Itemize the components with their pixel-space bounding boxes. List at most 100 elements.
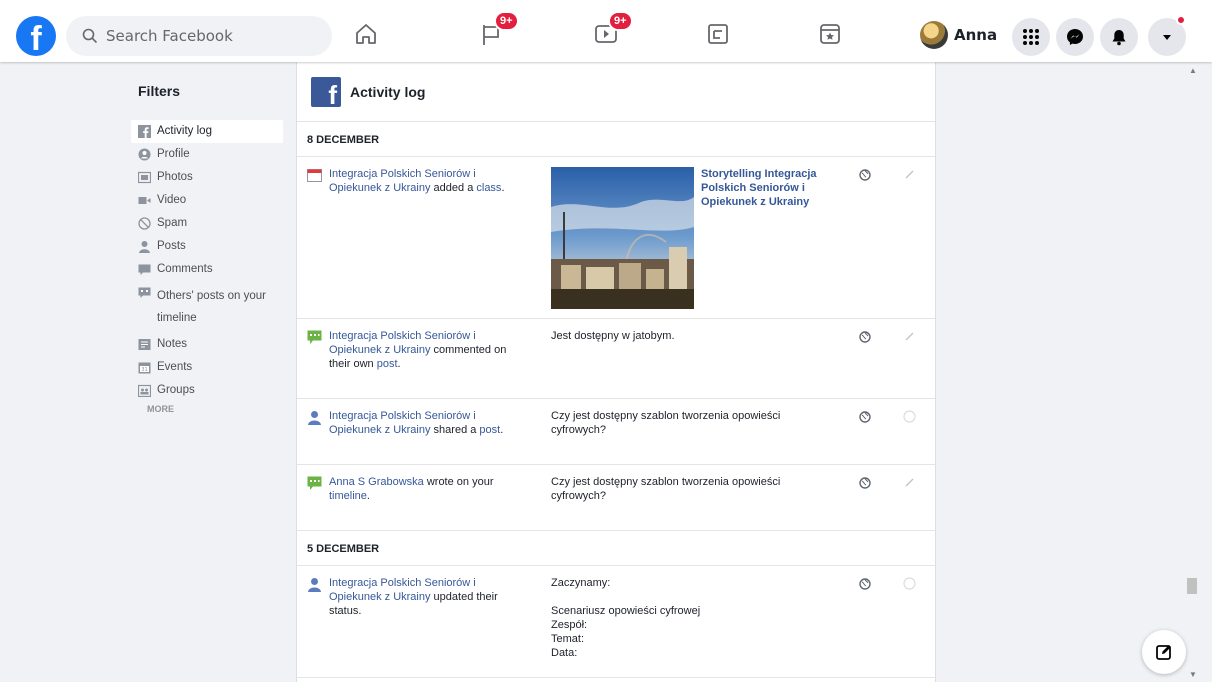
calendar-icon <box>307 169 322 182</box>
account-button[interactable] <box>1148 15 1186 56</box>
comment-icon <box>307 476 322 490</box>
gaming-icon <box>820 24 840 44</box>
filter-events[interactable]: 31 Events <box>131 356 283 379</box>
watch-badge: 9+ <box>608 11 633 31</box>
bell-icon <box>1112 30 1126 46</box>
filter-spam[interactable]: Spam <box>131 212 283 235</box>
entry-tail: . <box>397 358 401 370</box>
pencil-icon[interactable] <box>903 476 916 489</box>
filter-video[interactable]: Video <box>131 189 283 212</box>
entry-tail: . <box>366 490 370 502</box>
nav-home[interactable] <box>352 20 380 48</box>
filter-label: Groups <box>157 384 195 396</box>
entry-tail: . <box>501 182 505 194</box>
globe-icon[interactable] <box>859 477 871 489</box>
facebook-square-icon: f <box>311 77 341 107</box>
profile-name: Anna <box>954 26 998 44</box>
top-navigation-bar: f Search Facebook 9+ 9+ Anna <box>0 0 1212 62</box>
pencil-icon[interactable] <box>903 330 916 343</box>
filter-label: Activity log <box>157 125 212 137</box>
pencil-icon[interactable] <box>903 168 916 181</box>
comment-icon <box>307 330 322 344</box>
person-icon <box>308 411 321 425</box>
filter-list: Activity log Profile Photos Video Spam P… <box>131 120 283 414</box>
globe-icon[interactable] <box>859 578 871 590</box>
search-box[interactable]: Search Facebook <box>66 16 332 56</box>
entry-description: Integracja Polskich Seniorów i Opiekunek… <box>329 329 519 371</box>
filter-groups[interactable]: Groups <box>131 379 283 402</box>
filter-label: Others' posts on your timeline <box>157 290 266 324</box>
profile-chip[interactable]: Anna <box>920 18 997 52</box>
globe-icon[interactable] <box>859 331 871 343</box>
entry-description: Integracja Polskich Seniorów i Opiekunek… <box>329 167 519 195</box>
new-message-button[interactable] <box>1142 630 1186 674</box>
nav-pages[interactable]: 9+ <box>478 11 519 48</box>
scroll-up-arrow[interactable]: ▲ <box>1189 66 1197 75</box>
event-photo[interactable] <box>551 167 694 309</box>
nav-gaming[interactable] <box>816 20 844 48</box>
date-header: 5 DECEMBER <box>297 531 935 566</box>
filter-label: Posts <box>157 240 186 252</box>
object-link[interactable]: timeline <box>329 490 367 502</box>
filter-label: Comments <box>157 263 213 275</box>
panel-header: f Activity log <box>297 62 935 122</box>
filter-others-posts[interactable]: Others' posts on your timeline <box>131 281 283 333</box>
entry-tail: . <box>358 605 362 617</box>
scrollbar-thumb[interactable] <box>1187 578 1197 594</box>
circle-icon[interactable] <box>903 410 916 423</box>
entry-verb: shared a <box>430 424 480 436</box>
globe-icon[interactable] <box>859 411 871 423</box>
activity-entry: Integracja Polskich Seniorów i Opiekunek… <box>297 319 935 399</box>
messenger-button[interactable] <box>1056 18 1094 56</box>
object-link[interactable]: class <box>476 182 501 194</box>
filter-activity-log[interactable]: Activity log <box>131 120 283 143</box>
object-link[interactable]: post <box>479 424 500 436</box>
filter-label: Events <box>157 361 193 373</box>
activity-entry: Integracja Polskich Seniorów i Opiekunek… <box>297 399 935 465</box>
filters-title: Filters <box>138 83 181 99</box>
compose-icon <box>1156 645 1171 660</box>
activity-entry: Anna S Grabowska wrote on your timeline.… <box>297 465 935 531</box>
home-icon <box>356 24 376 44</box>
groups-tab-icon <box>708 24 728 44</box>
entry-description: Anna S Grabowska wrote on your timeline. <box>329 475 519 503</box>
person-icon <box>308 578 321 592</box>
filter-photos[interactable]: Photos <box>131 166 283 189</box>
search-placeholder: Search Facebook <box>106 27 233 45</box>
facebook-logo[interactable]: f <box>16 16 56 56</box>
filter-profile[interactable]: Profile <box>131 143 283 166</box>
entry-content: Czy jest dostępny szablon tworzenia opow… <box>551 410 781 436</box>
activity-entry: Integracja Polskich Seniorów i Opiekunek… <box>297 157 935 319</box>
activity-entry: Integracja Polskich Seniorów i Opiekunek… <box>297 566 935 678</box>
filter-comments[interactable]: Comments <box>131 258 283 281</box>
scroll-down-arrow[interactable]: ▼ <box>1189 670 1197 679</box>
menu-button[interactable] <box>1012 18 1050 56</box>
circle-icon[interactable] <box>903 577 916 590</box>
profile-icon <box>138 148 151 161</box>
entry-description: Integracja Polskich Seniorów i Opiekunek… <box>329 576 519 618</box>
entry-verb: added a <box>430 182 477 194</box>
filter-posts[interactable]: Posts <box>131 235 283 258</box>
notifications-button[interactable] <box>1100 18 1138 56</box>
entry-verb: wrote on your <box>423 476 494 488</box>
filter-label: Spam <box>157 217 188 229</box>
video-icon <box>138 197 151 204</box>
posts-icon <box>139 241 150 253</box>
event-photo-title[interactable]: Storytelling Integracja Polskich Senioró… <box>701 167 851 209</box>
filter-more-link[interactable]: MORE <box>131 402 283 414</box>
photo-thumbnail <box>551 167 694 309</box>
nav-groups[interactable] <box>704 20 732 48</box>
avatar <box>920 21 948 49</box>
filter-notes[interactable]: Notes <box>131 333 283 356</box>
entry-tail: . <box>500 424 504 436</box>
filter-label: Notes <box>157 338 188 350</box>
object-link[interactable]: post <box>377 358 398 370</box>
messenger-icon <box>1067 29 1083 45</box>
filter-label: Profile <box>157 148 190 160</box>
nav-watch[interactable]: 9+ <box>592 11 633 48</box>
filter-label: Photos <box>157 171 193 183</box>
account-alert-dot <box>1176 15 1186 25</box>
actor-link[interactable]: Anna S Grabowska <box>329 476 424 488</box>
globe-icon[interactable] <box>859 169 871 181</box>
entry-content: Zaczynamy: Scenariusz opowieści cyfrowej… <box>551 577 701 659</box>
